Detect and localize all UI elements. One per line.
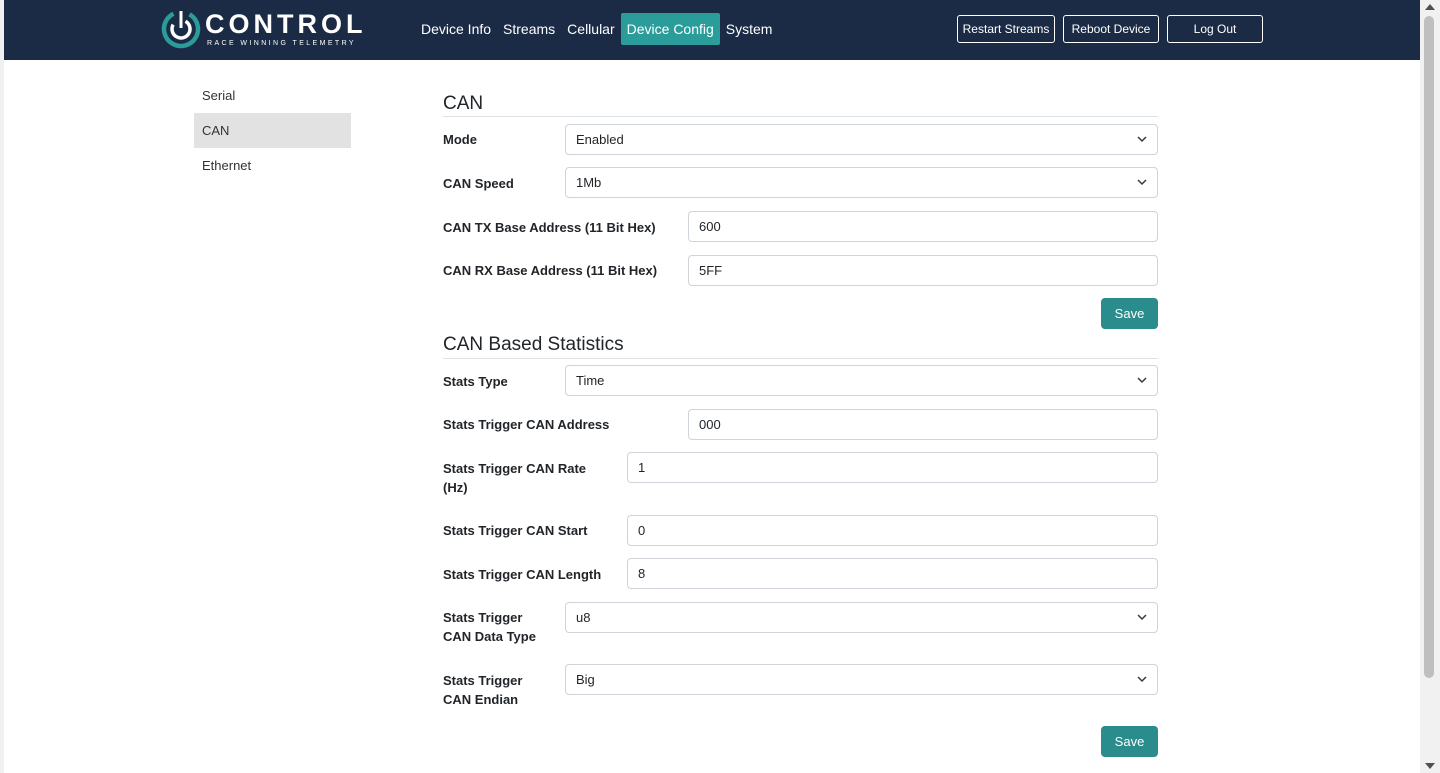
can-tx-label: CAN TX Base Address (11 Bit Hex) [443, 220, 656, 235]
can-speed-select-value: 1Mb [576, 175, 602, 190]
control-logo-icon [161, 9, 201, 49]
stats-rate-input[interactable]: 1 [627, 452, 1158, 483]
sidebar-item-ethernet[interactable]: Ethernet [194, 148, 351, 183]
mode-select[interactable]: Enabled [565, 124, 1158, 155]
reboot-device-button[interactable]: Reboot Device [1063, 15, 1159, 43]
stats-section-title: CAN Based Statistics [443, 334, 624, 355]
nav-system[interactable]: System [720, 13, 779, 45]
stats-length-label: Stats Trigger CAN Length [443, 567, 602, 582]
stats-type-select-value: Time [576, 373, 605, 388]
stats-type-select[interactable]: Time [565, 365, 1158, 396]
can-section-divider [443, 116, 1158, 117]
stats-start-input[interactable]: 0 [627, 515, 1158, 546]
page-scrollbar[interactable] [1420, 0, 1440, 773]
chevron-down-icon [1137, 377, 1147, 384]
can-save-button[interactable]: Save [1101, 298, 1158, 329]
stats-section-divider [443, 358, 1158, 359]
scroll-down-arrow-icon[interactable] [1425, 763, 1435, 769]
nav-device-config[interactable]: Device Config [620, 13, 720, 45]
nav-device-info[interactable]: Device Info [415, 13, 497, 45]
stats-rate-label-line2: (Hz) [443, 480, 468, 495]
stats-data-type-label-line1: Stats Trigger [443, 610, 523, 625]
main-nav: Device Info Streams Cellular Device Conf… [415, 13, 778, 45]
sidebar-item-serial[interactable]: Serial [194, 78, 351, 113]
config-sidebar: Serial CAN Ethernet [194, 78, 351, 183]
chevron-down-icon [1137, 614, 1147, 621]
mode-select-value: Enabled [576, 132, 624, 147]
sidebar-item-can[interactable]: CAN [194, 113, 351, 148]
can-speed-select[interactable]: 1Mb [565, 167, 1158, 198]
stats-address-label: Stats Trigger CAN Address [443, 417, 610, 432]
scrollbar-thumb[interactable] [1424, 16, 1434, 678]
stats-save-button[interactable]: Save [1101, 726, 1158, 757]
stats-endian-label-line1: Stats Trigger [443, 673, 523, 688]
stats-type-label: Stats Type [443, 374, 508, 389]
stats-length-input[interactable]: 8 [627, 558, 1158, 589]
stats-endian-select[interactable]: Big [565, 664, 1158, 695]
chevron-down-icon [1137, 676, 1147, 683]
stats-rate-label-line1: Stats Trigger CAN Rate [443, 461, 587, 476]
nav-streams[interactable]: Streams [497, 13, 561, 45]
can-section-title: CAN [443, 93, 484, 114]
can-rx-input[interactable]: 5FF [688, 255, 1158, 286]
chevron-down-icon [1137, 136, 1147, 143]
chevron-down-icon [1137, 179, 1147, 186]
brand-logo[interactable]: CONTROL RACE WINNING TELEMETRY [161, 8, 376, 50]
stats-start-label: Stats Trigger CAN Start [443, 523, 588, 538]
restart-streams-button[interactable]: Restart Streams [957, 15, 1055, 43]
brand-name: CONTROL [205, 8, 367, 39]
stats-data-type-select-value: u8 [576, 610, 591, 625]
scroll-up-arrow-icon[interactable] [1425, 4, 1435, 10]
page: CONTROL RACE WINNING TELEMETRY Device In… [4, 0, 1420, 773]
stats-data-type-select[interactable]: u8 [565, 602, 1158, 633]
brand-tagline: RACE WINNING TELEMETRY [207, 39, 356, 47]
log-out-button[interactable]: Log Out [1167, 15, 1263, 43]
stats-data-type-label: Stats Trigger CAN Data Type [443, 608, 536, 646]
stats-endian-label: Stats Trigger CAN Endian [443, 671, 522, 709]
can-tx-input[interactable]: 600 [688, 211, 1158, 242]
can-rx-label: CAN RX Base Address (11 Bit Hex) [443, 263, 658, 278]
stats-endian-select-value: Big [576, 672, 595, 687]
stats-rate-label: Stats Trigger CAN Rate (Hz) [443, 459, 586, 497]
stats-data-type-label-line2: CAN Data Type [443, 629, 536, 644]
stats-endian-label-line2: CAN Endian [443, 692, 519, 707]
mode-label: Mode [443, 132, 477, 147]
nav-cellular[interactable]: Cellular [561, 13, 620, 45]
navbar: CONTROL RACE WINNING TELEMETRY Device In… [4, 0, 1420, 60]
stats-address-input[interactable]: 000 [688, 409, 1158, 440]
can-speed-label: CAN Speed [443, 176, 514, 191]
